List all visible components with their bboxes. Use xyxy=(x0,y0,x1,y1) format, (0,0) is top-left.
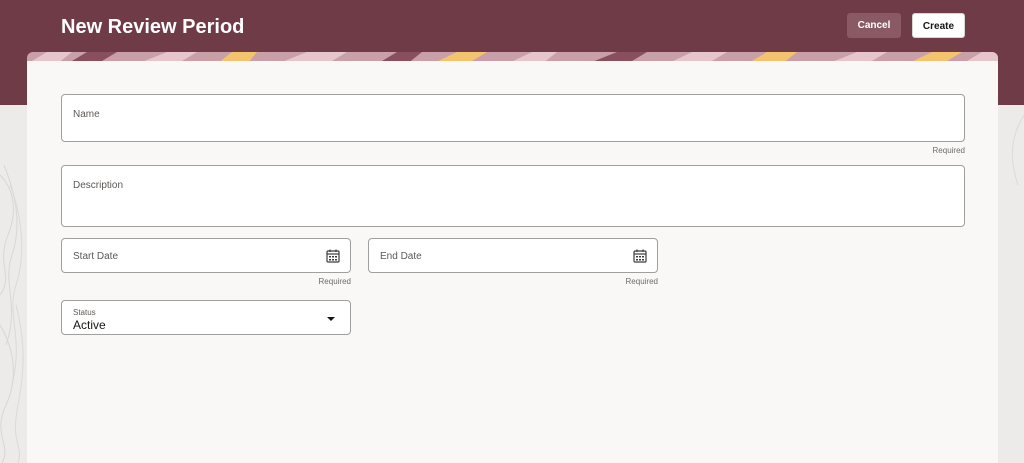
description-field[interactable]: Description xyxy=(61,165,965,227)
calendar-icon[interactable] xyxy=(633,249,647,263)
cancel-button[interactable]: Cancel xyxy=(847,13,901,38)
start-date-label: Start Date xyxy=(73,251,119,262)
status-label: Status xyxy=(73,308,96,317)
start-date-required-hint: Required xyxy=(318,277,351,286)
calendar-icon[interactable] xyxy=(326,249,340,263)
name-required-hint: Required xyxy=(932,146,965,155)
page: New Review Period Cancel Create Name Req… xyxy=(0,0,1024,463)
end-date-label: End Date xyxy=(380,251,422,262)
chevron-down-icon[interactable] xyxy=(326,316,336,322)
page-title: New Review Period xyxy=(61,16,245,38)
name-label: Name xyxy=(73,109,100,120)
end-date-field[interactable]: End Date xyxy=(368,238,658,273)
start-date-field[interactable]: Start Date xyxy=(61,238,351,273)
description-label: Description xyxy=(73,180,124,191)
name-field[interactable]: Name xyxy=(61,94,965,142)
end-date-required-hint: Required xyxy=(625,277,658,286)
background-texture-left xyxy=(0,105,27,463)
status-value: Active xyxy=(73,318,106,332)
create-button[interactable]: Create xyxy=(912,13,965,38)
background-texture-right xyxy=(998,105,1024,463)
status-select[interactable]: Status Active xyxy=(61,300,351,335)
